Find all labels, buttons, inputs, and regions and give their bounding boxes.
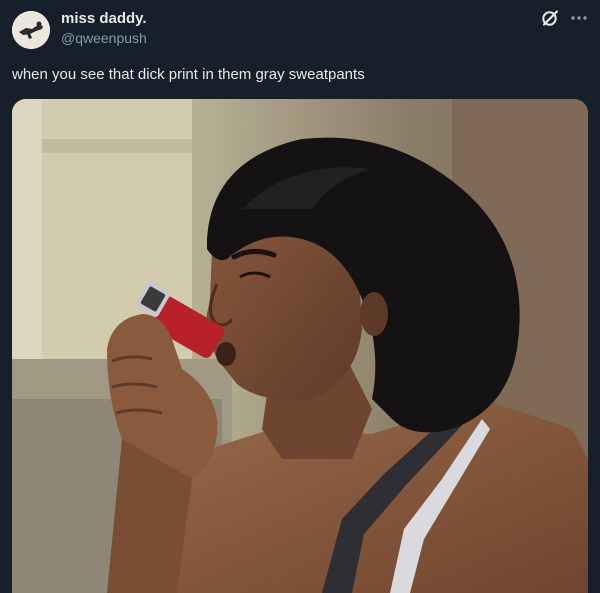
person-using-inhaler-photo	[12, 99, 588, 593]
grok-icon[interactable]	[540, 8, 560, 28]
more-icon[interactable]	[568, 8, 590, 28]
tweet-media-photo[interactable]	[12, 99, 588, 593]
tweet-text: when you see that dick print in them gra…	[12, 66, 365, 83]
author-display-name[interactable]: miss daddy.	[61, 10, 147, 27]
avatar[interactable]	[12, 11, 50, 49]
tweet-card: miss daddy. @qweenpush when you see that…	[0, 0, 600, 593]
author-handle[interactable]: @qweenpush	[61, 30, 147, 46]
avatar-icon	[12, 11, 50, 49]
